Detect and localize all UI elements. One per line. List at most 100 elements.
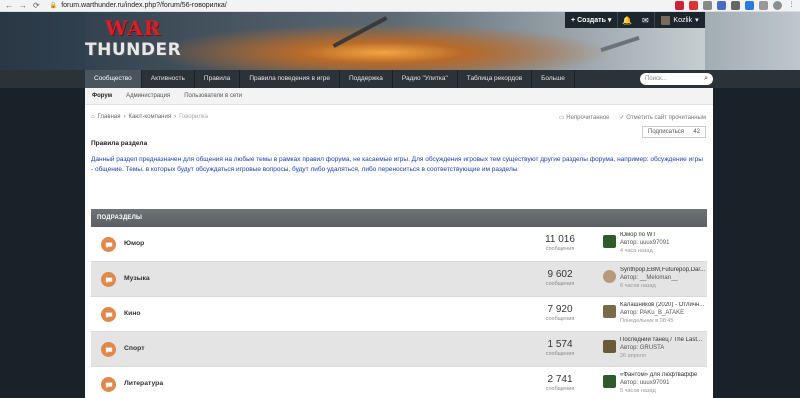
subforum-title[interactable]: Музыка (124, 275, 150, 282)
subnav-item-administration[interactable]: Администрация (119, 93, 177, 99)
last-post-title[interactable]: «Фантом» для Люфтваффе (620, 372, 706, 378)
subforum-title[interactable]: Юмор (124, 240, 144, 247)
extension-icon[interactable] (731, 1, 740, 10)
breadcrumb-separator-icon: › (123, 114, 126, 120)
last-post-title[interactable]: Калашников (2020) - Отличн... (620, 302, 706, 308)
post-count-number: 11 016 (545, 234, 575, 245)
mark-read-link[interactable]: ✓ Отметить сайт прочитанным (620, 114, 706, 121)
post-count: 7 920 сообщения (535, 304, 585, 322)
nav-item-activity[interactable]: Активность (142, 70, 195, 88)
subforum-row[interactable]: Музыка 9 602 сообщения Synthpop,EBM,Futu… (91, 262, 707, 297)
browser-nav: ← → ⟳ (0, 1, 40, 10)
avatar[interactable] (603, 235, 616, 248)
extension-icon[interactable] (759, 1, 768, 10)
main-nav-items: Сообщество Активность Правила Правила по… (85, 70, 713, 88)
chat-bubble-icon (101, 342, 116, 357)
check-icon: ✓ (619, 115, 625, 121)
last-post-date: 4 часа назад (620, 248, 653, 254)
address-bar[interactable]: 🔒 forum.warthunder.ru/index.php?/forum/5… (50, 2, 227, 9)
avatar[interactable] (603, 270, 616, 283)
breadcrumb-current: Говорилка (179, 114, 209, 120)
search-input[interactable]: Поиск... ⌕ (640, 73, 713, 85)
subforum-row[interactable]: Кино 7 920 сообщения Калашников (2020) -… (91, 297, 707, 332)
avatar[interactable] (603, 305, 616, 318)
create-button[interactable]: + Создать ▾ (565, 16, 617, 25)
user-menu[interactable]: Kozlik ▾ (655, 15, 699, 25)
last-post-author[interactable]: Автор: GRUSTA (620, 345, 664, 351)
post-count: 1 574 сообщения (535, 339, 585, 357)
breadcrumb-separator-icon: › (174, 114, 177, 120)
logo-thunder: THUNDER (85, 40, 182, 60)
page-body: Форум Администрация Пользователи в сети … (0, 88, 800, 398)
last-post-title[interactable]: Synthpop,EBM,Futurepop,Dar... (620, 267, 706, 273)
content-panel: Форум Администрация Пользователи в сети … (85, 88, 713, 398)
menu-icon[interactable]: ⋮ (787, 1, 796, 10)
last-post-title[interactable]: Юмор по WT (620, 232, 706, 238)
avatar[interactable] (603, 375, 616, 388)
browser-toolbar: ← → ⟳ 🔒 forum.warthunder.ru/index.php?/f… (0, 0, 800, 12)
extension-icon[interactable] (675, 1, 684, 10)
avatar[interactable] (603, 340, 616, 353)
username: Kozlik (673, 16, 693, 24)
rules-title: Правила раздела (91, 140, 148, 147)
site-logo[interactable]: WAR THUNDER (85, 16, 182, 66)
last-post-author[interactable]: Автор: uuux97091 (620, 240, 669, 246)
sub-navigation: Форум Администрация Пользователи в сети (85, 88, 713, 105)
notifications-bell-icon[interactable]: 🔔 (618, 16, 636, 25)
mark-read-label: Отметить сайт прочитанным (626, 115, 706, 121)
subforum-row[interactable]: Спорт 1 574 сообщения Последний танец / … (91, 332, 707, 367)
post-count-number: 9 602 (547, 269, 573, 280)
breadcrumb-section[interactable]: Кают-компания (128, 114, 171, 120)
rules-text: Данный раздел предназначен для общения н… (91, 156, 703, 173)
breadcrumb-home[interactable]: Главная (98, 114, 121, 120)
extensions-bar: ⋮ (675, 1, 796, 10)
search-icon[interactable]: ⌕ (704, 75, 708, 83)
extension-icon[interactable] (689, 1, 698, 10)
nav-item-rules[interactable]: Правила (195, 70, 241, 88)
post-count-label: сообщения (545, 246, 575, 252)
profile-avatar-icon[interactable] (773, 1, 782, 10)
subnav-item-forum[interactable]: Форум (85, 93, 119, 99)
subnav-item-online-users[interactable]: Пользователи в сети (177, 93, 249, 99)
last-post-author[interactable]: Автор: __Meloman__ (620, 275, 678, 281)
nav-item-community[interactable]: Сообщество (85, 70, 142, 88)
last-post-date: 6 часов назад (620, 283, 656, 289)
post-count-label: сообщения (545, 386, 575, 392)
follow-count: 42 (693, 129, 700, 135)
subforum-title[interactable]: Спорт (124, 345, 145, 352)
nav-item-more[interactable]: Больше (532, 70, 575, 88)
last-post-title[interactable]: Последний танец / The Last... (620, 337, 706, 343)
nav-item-leaderboard[interactable]: Таблица рекордов (458, 70, 533, 88)
nav-item-radio[interactable]: Радио "Улитка" (393, 70, 458, 88)
nav-item-game-conduct[interactable]: Правила поведения в игре (240, 70, 340, 88)
messages-envelope-icon[interactable]: ✉ (636, 16, 654, 25)
subforum-row[interactable]: Литература 2 741 сообщения «Фантом» для … (91, 367, 707, 398)
extension-icon[interactable] (717, 1, 726, 10)
follow-button[interactable]: Подписаться 42 (642, 126, 706, 138)
post-count-number: 2 741 (547, 374, 573, 385)
url-text[interactable]: forum.warthunder.ru/index.php?/forum/56-… (61, 2, 227, 9)
last-post-author[interactable]: Автор: uuux97091 (620, 380, 669, 386)
unread-link[interactable]: ▭ Непрочитанное (559, 114, 610, 121)
chevron-down-icon: ▾ (607, 17, 612, 24)
chat-bubble-icon (101, 272, 116, 287)
subforum-title[interactable]: Кино (124, 310, 141, 317)
subforum-title[interactable]: Литература (124, 380, 163, 387)
extension-icon[interactable] (703, 1, 712, 10)
last-post-author[interactable]: Автор: PAKu_B_ATAKE (620, 310, 684, 316)
search-placeholder: Поиск... (645, 76, 667, 82)
read-marks: ▭ Непрочитанное ✓ Отметить сайт прочитан… (559, 114, 706, 121)
nav-item-support[interactable]: Поддержка (340, 70, 393, 88)
last-post-date: Понедельник в 08:45 (620, 318, 674, 324)
subforum-row[interactable]: Юмор 11 016 сообщения Юмор по WT Автор: … (91, 227, 707, 262)
forward-icon[interactable]: → (19, 1, 27, 10)
post-count-number: 1 574 (547, 339, 573, 350)
extension-icon[interactable] (745, 1, 754, 10)
reload-icon[interactable]: ⟳ (33, 1, 40, 10)
chat-bubble-icon (101, 307, 116, 322)
post-count-label: сообщения (545, 351, 575, 357)
last-post-date: 26 апреля (620, 353, 646, 359)
main-navigation: Сообщество Активность Правила Правила по… (0, 70, 800, 88)
post-count-label: сообщения (545, 316, 575, 322)
back-icon[interactable]: ← (5, 1, 13, 10)
